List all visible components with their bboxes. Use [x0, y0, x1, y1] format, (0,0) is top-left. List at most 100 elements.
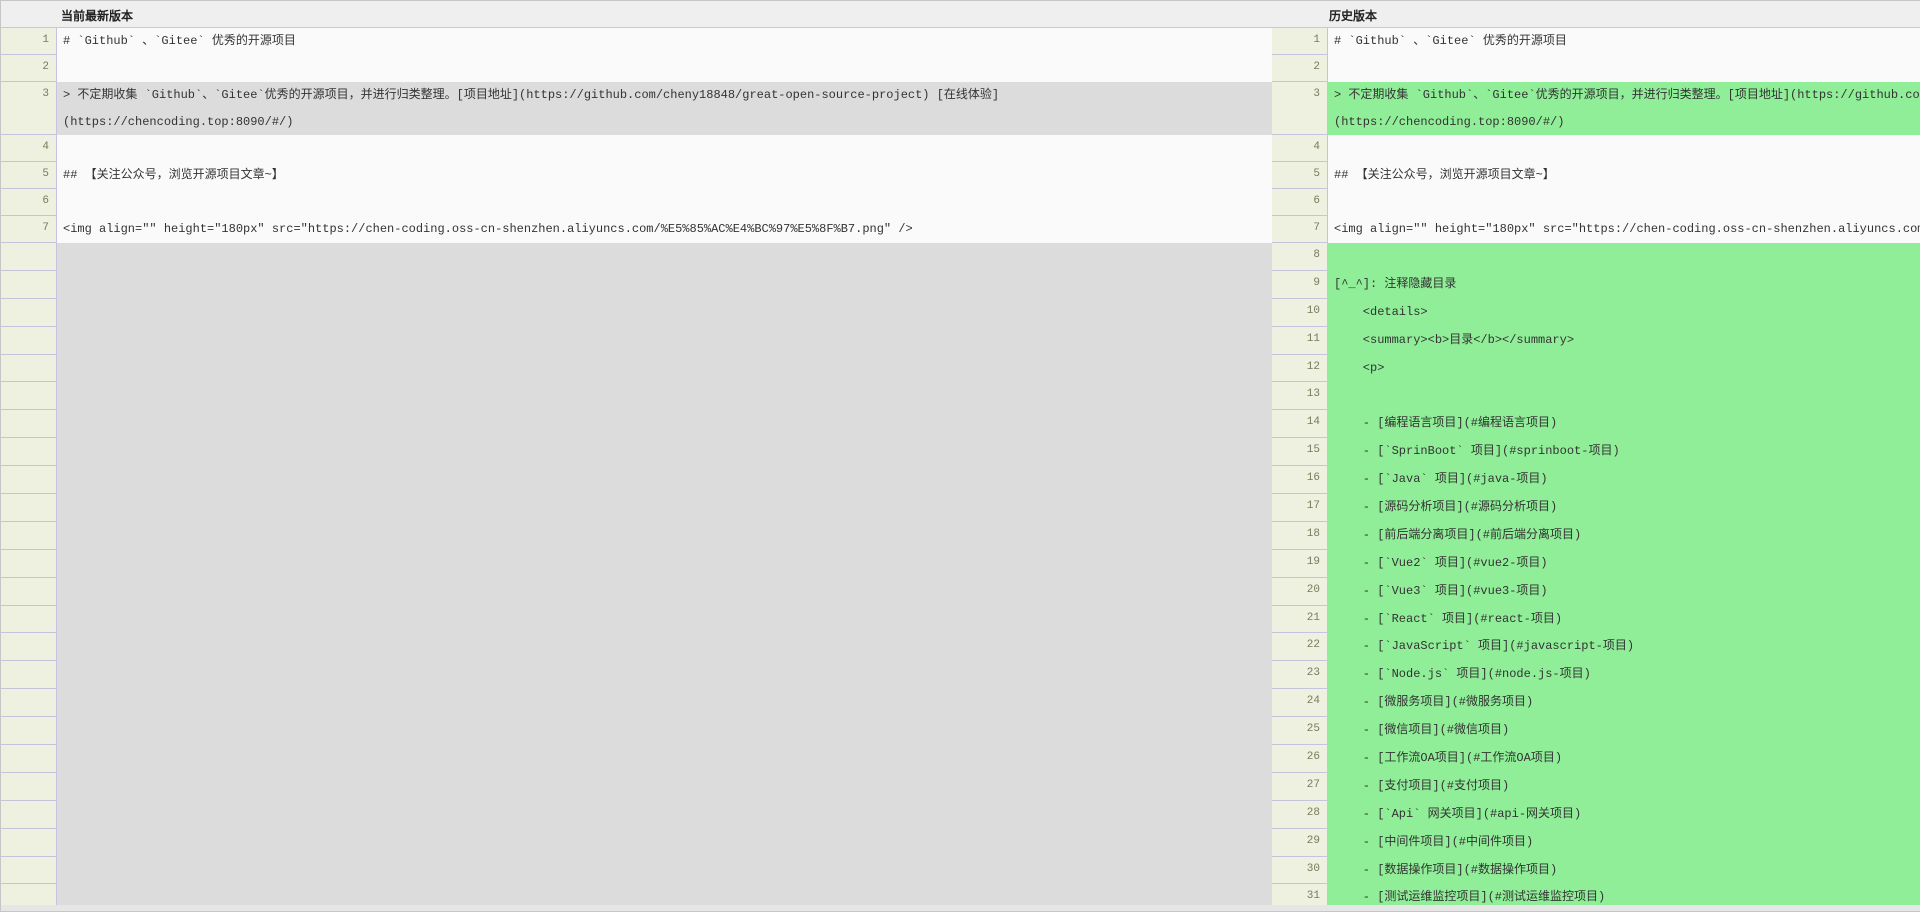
line-text: [57, 55, 1272, 82]
line-number: [1, 326, 57, 355]
line-number: [1, 661, 57, 690]
line-number: 31: [1272, 884, 1328, 905]
line-number: 8: [1272, 243, 1328, 271]
line-number: [1, 633, 57, 662]
line-text: - [编程语言项目](#编程语言项目): [1328, 410, 1920, 439]
line-number: 3: [1272, 82, 1328, 135]
line-content: - [测试运维监控项目](#测试运维监控项目): [1334, 890, 1606, 905]
line-text: [57, 661, 1272, 690]
line-content: - [源码分析项目](#源码分析项目): [1334, 500, 1558, 515]
diff-line: 23 - [`Node.js` 项目](#node.js-项目): [1272, 661, 1920, 690]
diff-line: 31 - [测试运维监控项目](#测试运维监控项目): [1272, 884, 1920, 905]
line-text: - [微信项目](#微信项目): [1328, 717, 1920, 746]
line-number: 2: [1272, 55, 1328, 82]
line-text: - [`Vue2` 项目](#vue2-项目): [1328, 549, 1920, 578]
line-number: [1, 717, 57, 746]
diff-line: 1 # `Github` 、`Gitee` 优秀的开源项目: [1272, 28, 1920, 55]
diff-line: 17 - [源码分析项目](#源码分析项目): [1272, 494, 1920, 522]
line-text: [57, 382, 1272, 411]
diff-line: 22 - [`JavaScript` 项目](#javascript-项目): [1272, 633, 1920, 662]
line-number: 28: [1272, 800, 1328, 829]
line-number: 26: [1272, 745, 1328, 773]
line-text: - [工作流OA项目](#工作流OA项目): [1328, 745, 1920, 773]
line-number: 27: [1272, 772, 1328, 801]
line-text: - [`React` 项目](#react-项目): [1328, 605, 1920, 634]
line-content: - [支付项目](#支付项目): [1334, 778, 1510, 793]
line-content: - [工作流OA项目](#工作流OA项目): [1334, 751, 1563, 766]
horizontal-scrollbar[interactable]: [1, 905, 1920, 911]
line-text: [^_^]: 注释隐藏目录: [1328, 270, 1920, 299]
empty-diff-line: [1, 633, 1272, 662]
line-number: [1, 438, 57, 467]
line-content: <details>: [1334, 304, 1428, 319]
line-text: [57, 856, 1272, 885]
diff-line: 26 - [工作流OA项目](#工作流OA项目): [1272, 745, 1920, 773]
line-text: ## 【关注公众号，浏览开源项目文章~】: [1328, 162, 1920, 189]
empty-diff-line: [1, 745, 1272, 773]
diff-line: 4: [1272, 135, 1920, 162]
line-content: > 不定期收集 `Github`、`Gitee`优秀的开源项目，并进行归类整理。…: [63, 88, 1000, 102]
diff-line: 27 - [支付项目](#支付项目): [1272, 772, 1920, 801]
current-version-pane[interactable]: 1 # `Github` 、`Gitee` 优秀的开源项目 2 3 > 不定期收集 `G…: [1, 28, 1272, 905]
line-number: 6: [1, 189, 57, 216]
line-number: 13: [1272, 382, 1328, 411]
line-text: - [前后端分离项目](#前后端分离项目): [1328, 521, 1920, 550]
line-number: [1, 521, 57, 550]
line-number: 6: [1272, 189, 1328, 216]
line-number: [1, 466, 57, 495]
empty-diff-line: [1, 438, 1272, 467]
line-text: [57, 135, 1272, 162]
empty-diff-line: [1, 800, 1272, 829]
line-text: [57, 633, 1272, 662]
line-text: [57, 243, 1272, 271]
line-number: [1, 689, 57, 718]
diff-line: 16 - [`Java` 项目](#java-项目): [1272, 466, 1920, 495]
line-text: [57, 717, 1272, 746]
empty-diff-line: [1, 298, 1272, 327]
line-text: [57, 466, 1272, 495]
line-content: - [`JavaScript` 项目](#javascript-项目): [1334, 639, 1635, 654]
diff-line: 7 <img align="" height="180px" src="https…: [1272, 216, 1920, 243]
line-content: ## 【关注公众号，浏览开源项目文章~】: [63, 168, 284, 182]
empty-diff-line: [1, 549, 1272, 578]
line-text: - [`Node.js` 项目](#node.js-项目): [1328, 661, 1920, 690]
line-number: 5: [1, 162, 57, 189]
line-number: 14: [1272, 410, 1328, 439]
empty-diff-line: [1, 494, 1272, 522]
empty-diff-line: [1, 326, 1272, 355]
line-number: [1, 354, 57, 383]
line-text: <img align="" height="180px" src="https:…: [1328, 216, 1920, 243]
line-number: 11: [1272, 326, 1328, 355]
line-number: 1: [1, 28, 57, 55]
line-text: [1328, 135, 1920, 162]
line-number: 23: [1272, 661, 1328, 690]
diff-header: 当前最新版本 历史版本: [1, 1, 1920, 28]
empty-diff-line: [1, 410, 1272, 439]
line-content: - [`SprinBoot` 项目](#sprinboot-项目): [1334, 444, 1620, 459]
current-version-title: 当前最新版本: [61, 9, 134, 23]
line-text: [57, 772, 1272, 801]
empty-diff-line: [1, 717, 1272, 746]
line-number: 4: [1272, 135, 1328, 162]
diff-line: 30 - [数据操作项目](#数据操作项目): [1272, 856, 1920, 885]
line-text: [57, 189, 1272, 216]
line-number: 30: [1272, 856, 1328, 885]
line-text: - [`SprinBoot` 项目](#sprinboot-项目): [1328, 438, 1920, 467]
history-version-pane[interactable]: 1 # `Github` 、`Gitee` 优秀的开源项目 2 3 > 不定期收集 `G…: [1272, 28, 1920, 905]
diff-line: 28 - [`Api` 网关项目](#api-网关项目): [1272, 800, 1920, 829]
empty-diff-line: [1, 466, 1272, 495]
line-number: 17: [1272, 494, 1328, 522]
line-number: 20: [1272, 577, 1328, 606]
line-number: [1, 828, 57, 857]
line-number: 9: [1272, 270, 1328, 299]
empty-diff-line: [1, 605, 1272, 634]
history-version-title: 历史版本: [1329, 9, 1378, 23]
line-number: 1: [1272, 28, 1328, 55]
diff-line: 3 > 不定期收集 `Github`、`Gitee`优秀的开源项目，并进行归类整理…: [1, 82, 1272, 135]
line-number: 22: [1272, 633, 1328, 662]
line-number: 25: [1272, 717, 1328, 746]
diff-line: 7 <img align="" height="180px" src="https…: [1, 216, 1272, 243]
line-text: [57, 800, 1272, 829]
empty-diff-line: [1, 270, 1272, 299]
line-content: - [微信项目](#微信项目): [1334, 723, 1510, 738]
